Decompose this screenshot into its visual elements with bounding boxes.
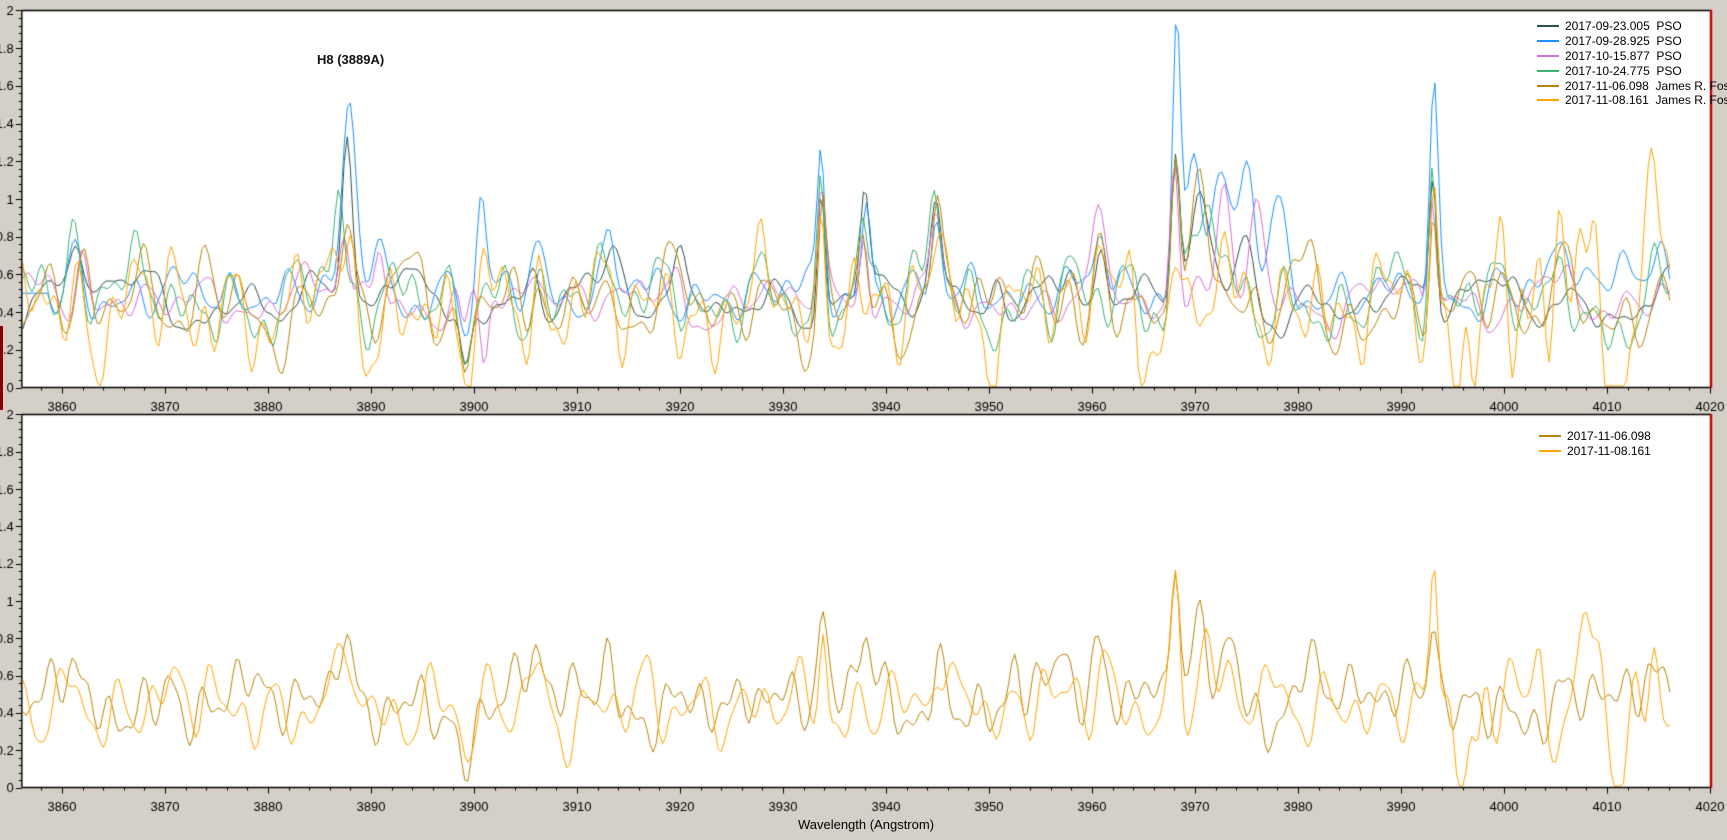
legend-swatch: [1537, 99, 1559, 101]
legend-item: 2017-09-28.925 PSO: [1537, 34, 1727, 49]
legend-label: 2017-09-28.925 PSO: [1565, 34, 1682, 48]
legend-label: 2017-09-23.005 PSO: [1565, 19, 1682, 33]
legend-swatch: [1539, 435, 1561, 437]
legend-item: 2017-11-06.098: [1539, 429, 1651, 444]
legend-swatch: [1537, 55, 1559, 57]
legend-swatch: [1539, 450, 1561, 452]
legend-swatch: [1537, 85, 1559, 87]
legend-label: 2017-11-08.161 James R. Foster: [1565, 93, 1727, 107]
legend-item: 2017-11-08.161 James R. Foster: [1537, 93, 1727, 108]
legend-label: 2017-11-06.098: [1567, 429, 1651, 443]
legend-item: 2017-10-15.877 PSO: [1537, 49, 1727, 64]
legend-item: 2017-10-24.775 PSO: [1537, 63, 1727, 78]
legend-item: 2017-11-06.098 James R. Foster: [1537, 78, 1727, 93]
legend-swatch: [1537, 70, 1559, 72]
legend-item: 2017-11-08.161: [1539, 444, 1651, 459]
legend-swatch: [1537, 25, 1559, 27]
legend-label: 2017-10-15.877 PSO: [1565, 49, 1682, 63]
legend-label: 2017-11-06.098 James R. Foster: [1565, 79, 1727, 93]
legend-bottom: 2017-11-06.0982017-11-08.161: [1539, 429, 1651, 459]
legend-label: 2017-11-08.161: [1567, 444, 1651, 458]
spectra-charts-canvas[interactable]: [0, 0, 1727, 840]
legend-label: 2017-10-24.775 PSO: [1565, 64, 1682, 78]
legend-swatch: [1537, 40, 1559, 42]
h8-line-annotation: H8 (3889A): [317, 52, 384, 67]
window-border-fragment-left: [0, 326, 3, 410]
legend-item: 2017-09-23.005 PSO: [1537, 19, 1727, 34]
x-axis-title: Wavelength (Angstrom): [0, 817, 1727, 832]
legend-top: 2017-09-23.005 PSO2017-09-28.925 PSO2017…: [1537, 19, 1727, 108]
spectra-viewer-window: H8 (3889A) 2017-09-23.005 PSO2017-09-28.…: [0, 0, 1727, 840]
